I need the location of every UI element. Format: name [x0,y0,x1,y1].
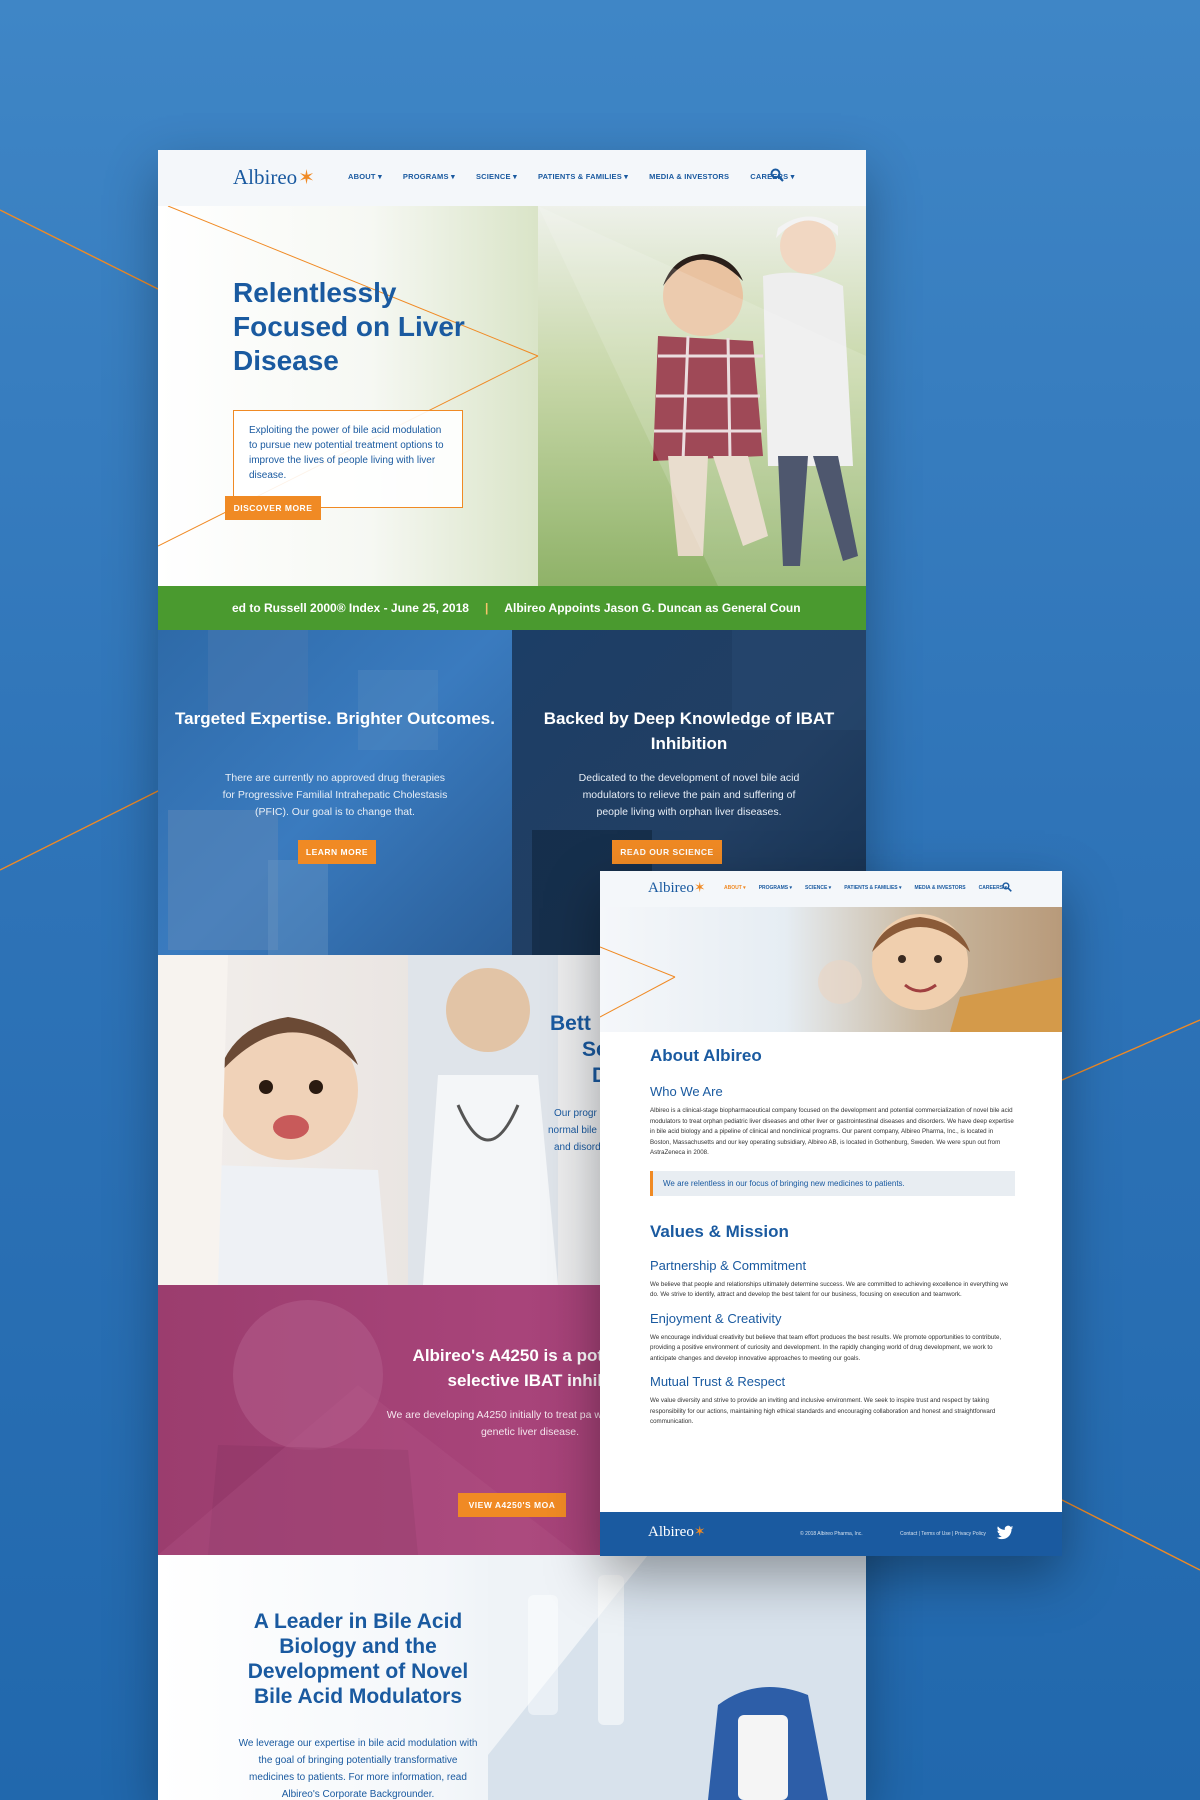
lab-photo [488,1555,866,1800]
value-heading: Enjoyment & Creativity [650,1310,782,1326]
value-body: We believe that people and relationships… [650,1280,1009,1299]
ticker-item[interactable]: Albireo Appoints Jason G. Duncan as Gene… [504,601,800,615]
value-body: We value diversity and strive to provide… [650,1397,996,1425]
about-content: About Albireo Who We Are Albireo is a cl… [650,1046,1015,1428]
leader-title: A Leader in Bile Acid Biology and the De… [247,1610,469,1708]
leader-body: We leverage our expertise in bile acid m… [238,1738,478,1800]
panel-targeted-expertise: Targeted Expertise. Brighter Outcomes. T… [158,630,512,955]
nav-media-investors[interactable]: MEDIA & INVESTORS [915,885,966,891]
baby-doctor-photo [158,955,558,1285]
nav-programs[interactable]: PROGRAMS ▾ [759,885,792,891]
nav-science[interactable]: SCIENCE ▾ [476,172,517,181]
albireo-logo[interactable]: Albireo✶ [233,165,315,190]
about-footer: Albireo✶ © 2018 Albireo Pharma, Inc. Con… [600,1512,1062,1556]
nav-science[interactable]: SCIENCE ▾ [805,885,831,891]
hero-description-box: Exploiting the power of bile acid modula… [233,410,463,508]
search-icon[interactable] [770,168,784,182]
hero-description: Exploiting the power of bile acid modula… [249,425,444,481]
ticker-separator: | [484,601,489,615]
who-we-are-body: Albireo is a clinical-stage biopharmaceu… [650,1107,1014,1156]
value-heading: Mutual Trust & Respect [650,1374,786,1389]
footer-links[interactable]: Contact | Terms of Use | Privacy Policy [900,1531,986,1537]
news-ticker[interactable]: ed to Russell 2000® Index - June 25, 201… [158,586,866,630]
panel-title: Backed by Deep Knowledge of IBAT Inhibit… [543,709,835,753]
mission-quote: We are relentless in our focus of bringi… [650,1170,1015,1196]
who-we-are-heading: Who We Are [650,1084,723,1099]
view-moa-button[interactable]: VIEW A4250'S MOA [458,1493,566,1517]
leader-section: A Leader in Bile Acid Biology and the De… [158,1555,866,1800]
panel-title: Targeted Expertise. Brighter Outcomes. [175,709,495,728]
nav-about[interactable]: ABOUT ▾ [724,885,746,891]
panel-body: Dedicated to the development of novel bi… [578,772,800,818]
values-mission-heading: Values & Mission [650,1221,789,1241]
body-line: Our progr [554,1108,597,1119]
hero-section: Relentlessly Focused on Liver Disease Ex… [158,206,866,586]
about-top-nav: Albireo✶ ABOUT ▾ PROGRAMS ▾ SCIENCE ▾ PA… [600,871,1062,907]
about-hero-photo [600,907,1062,1032]
star-logo-icon: ✶ [693,881,706,896]
panel-body: There are currently no approved drug the… [222,772,448,818]
twitter-icon[interactable] [996,1525,1014,1541]
about-title: About Albireo [650,1046,762,1065]
body-line: and disord [554,1142,601,1153]
hero-orange-lines [158,206,539,547]
nav-programs[interactable]: PROGRAMS ▾ [403,172,455,181]
footer-logo[interactable]: Albireo✶ [648,1524,706,1541]
top-nav: Albireo✶ ABOUT ▾ PROGRAMS ▾ SCIENCE ▾ PA… [158,150,866,206]
ticker-item[interactable]: ed to Russell 2000® Index - June 25, 201… [232,601,469,615]
search-icon[interactable] [1002,882,1012,892]
body-line: normal bile [548,1125,597,1136]
hero-title: Relentlessly Focused on Liver Disease [233,277,465,376]
star-logo-icon: ✶ [298,167,315,189]
nav-patients-families[interactable]: PATIENTS & FAMILIES ▾ [844,885,901,891]
learn-more-button[interactable]: LEARN MORE [298,840,376,864]
read-our-science-button[interactable]: READ OUR SCIENCE [612,840,722,864]
value-heading: Partnership & Commitment [650,1257,807,1273]
baby-section-body: Our progr normal bile and disord [548,1105,601,1156]
nav-media-investors[interactable]: MEDIA & INVESTORS [649,172,729,181]
boy-smiling-photo [600,914,1062,1032]
footer-copyright: © 2018 Albireo Pharma, Inc. [800,1531,863,1537]
about-page-mockup: Albireo✶ ABOUT ▾ PROGRAMS ▾ SCIENCE ▾ PA… [600,871,1062,1556]
discover-more-button[interactable]: DISCOVER MORE [225,496,321,520]
star-logo-icon: ✶ [693,1525,706,1540]
albireo-logo[interactable]: Albireo✶ [648,880,706,897]
nav-about[interactable]: ABOUT ▾ [348,172,382,181]
nav-patients-families[interactable]: PATIENTS & FAMILIES ▾ [538,172,628,181]
value-body: We encourage individual creativity but b… [650,1333,1002,1362]
